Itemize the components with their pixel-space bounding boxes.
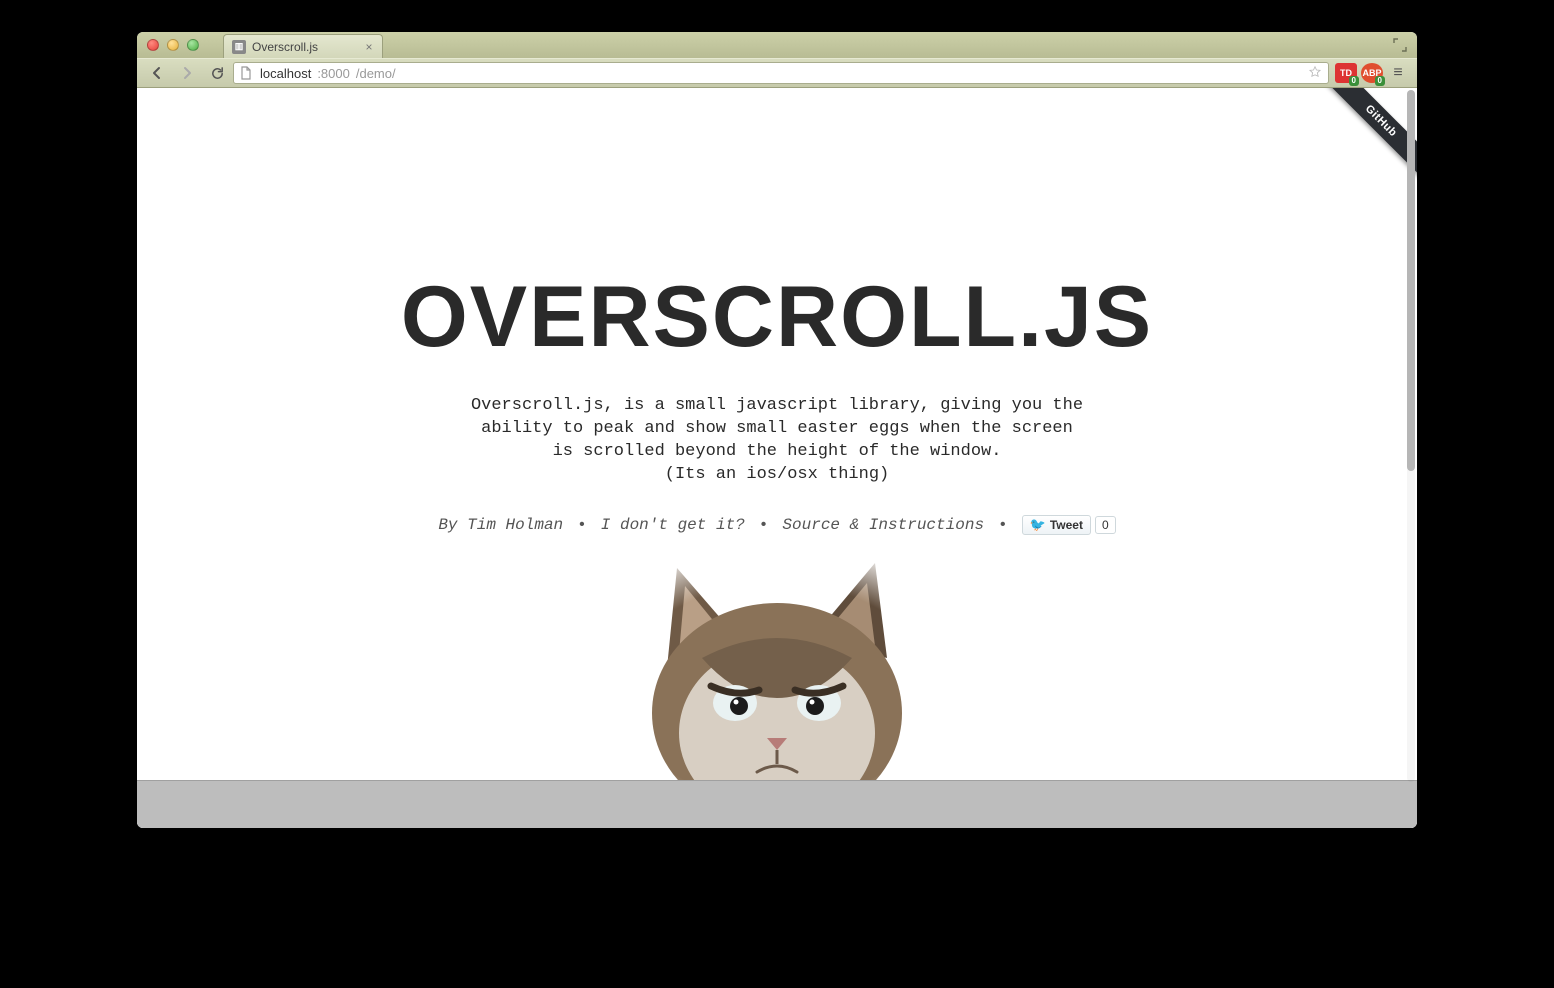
window-controls	[147, 39, 199, 51]
confused-link[interactable]: I don't get it?	[601, 516, 745, 534]
zoom-window-button[interactable]	[187, 39, 199, 51]
tweet-label: Tweet	[1050, 518, 1083, 532]
cat-image	[607, 548, 947, 788]
page-title: OVERSCROLL.JS	[137, 268, 1417, 367]
extension-icons: TD 0 ABP 0	[1335, 63, 1383, 83]
links-row: By Tim Holman • I don't get it? • Source…	[137, 515, 1417, 535]
back-button[interactable]	[143, 61, 171, 85]
scrollbar-thumb[interactable]	[1407, 90, 1415, 471]
source-link[interactable]: Source & Instructions	[782, 516, 984, 534]
page-blurb: Overscroll.js, is a small javascript lib…	[137, 395, 1417, 487]
author-link[interactable]: By Tim Holman	[438, 516, 563, 534]
favicon-icon: ▥	[232, 40, 246, 54]
extension-td[interactable]: TD 0	[1335, 63, 1357, 83]
tweet-count: 0	[1095, 516, 1116, 534]
browser-window: ▥ Overscroll.js × localhost :8000/demo/	[137, 32, 1417, 828]
separator-icon: •	[759, 516, 769, 534]
tweet-button[interactable]: 🐦 Tweet	[1022, 515, 1091, 535]
page-icon	[240, 66, 254, 80]
extension-td-badge: 0	[1349, 76, 1359, 86]
tab-strip: ▥ Overscroll.js ×	[137, 32, 1417, 58]
extension-abp-badge: 0	[1375, 76, 1385, 86]
close-window-button[interactable]	[147, 39, 159, 51]
enter-fullscreen-icon[interactable]	[1393, 38, 1407, 52]
separator-icon: •	[998, 516, 1008, 534]
url-port: :8000	[317, 66, 350, 81]
separator-icon: •	[577, 516, 587, 534]
twitter-bird-icon: 🐦	[1030, 517, 1046, 533]
url-host: localhost	[260, 66, 311, 81]
browser-toolbar: localhost :8000/demo/ TD 0 ABP 0 ≡	[137, 58, 1417, 88]
reload-button[interactable]	[203, 61, 231, 85]
address-bar[interactable]: localhost :8000/demo/	[233, 62, 1329, 84]
hero: OVERSCROLL.JS Overscroll.js, is a small …	[137, 88, 1417, 535]
bookmark-star-icon[interactable]	[1308, 65, 1322, 82]
extension-abp[interactable]: ABP 0	[1361, 63, 1383, 83]
browser-tab[interactable]: ▥ Overscroll.js ×	[223, 34, 383, 58]
tweet-widget: 🐦 Tweet 0	[1022, 515, 1116, 535]
minimize-window-button[interactable]	[167, 39, 179, 51]
footer-band	[137, 780, 1417, 828]
scrollbar[interactable]	[1407, 90, 1415, 782]
tab-title: Overscroll.js	[252, 40, 318, 54]
url-path: /demo/	[356, 66, 396, 81]
close-tab-button[interactable]: ×	[362, 40, 376, 54]
chrome-menu-button[interactable]: ≡	[1385, 64, 1411, 82]
forward-button[interactable]	[173, 61, 201, 85]
page-viewport: GitHub OVERSCROLL.JS Overscroll.js, is a…	[137, 88, 1417, 828]
